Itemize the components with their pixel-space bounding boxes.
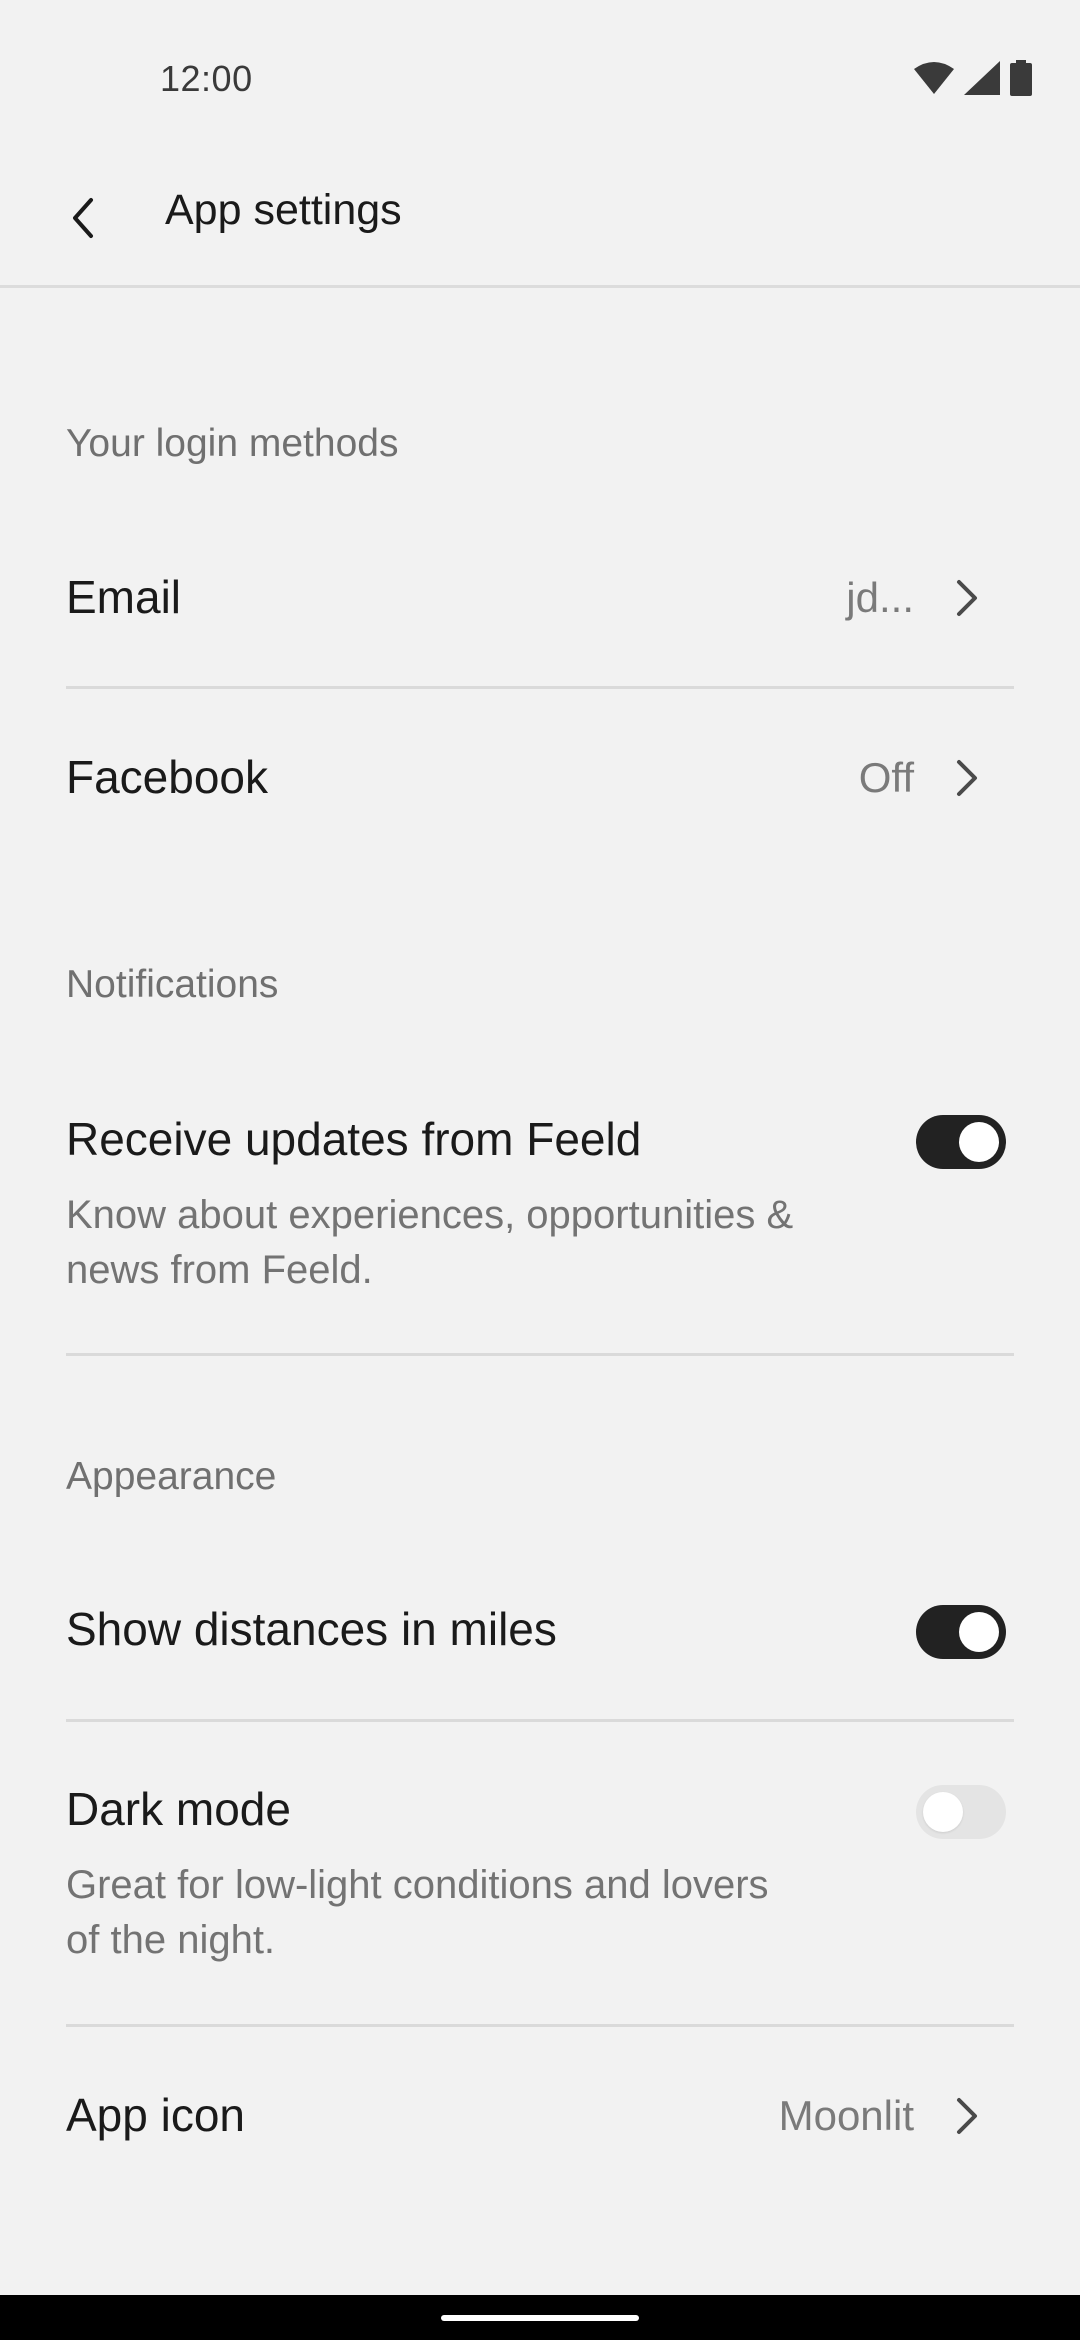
app-bar: App settings — [0, 150, 1080, 288]
chevron-right-icon — [946, 578, 986, 618]
updates-toggle[interactable] — [916, 1115, 1006, 1169]
status-bar: 12:00 — [0, 0, 1080, 150]
facebook-row[interactable]: Facebook Off — [66, 720, 1014, 830]
divider — [66, 1353, 1014, 1356]
dark-mode-description: Great for low-light conditions and lover… — [66, 1863, 769, 1962]
system-nav-bar — [0, 2295, 1080, 2340]
section-header-notifications: Notifications — [66, 963, 279, 1006]
wifi-icon — [914, 61, 954, 100]
miles-label: Show distances in miles — [66, 1603, 557, 1655]
status-time: 12:00 — [160, 58, 253, 99]
home-gesture-handle[interactable] — [441, 2315, 639, 2321]
divider — [66, 1719, 1014, 1722]
updates-description: Know about experiences, opportunities & … — [66, 1193, 794, 1292]
toggle-knob — [959, 1612, 999, 1652]
section-header-login: Your login methods — [66, 422, 399, 465]
app-icon-row[interactable]: App icon Moonlit — [66, 2060, 1014, 2170]
divider — [66, 686, 1014, 689]
facebook-label: Facebook — [66, 751, 269, 803]
toggle-knob — [923, 1792, 963, 1832]
chevron-left-icon — [69, 196, 99, 245]
dark-mode-toggle[interactable] — [916, 1785, 1006, 1839]
dark-mode-label: Dark mode — [66, 1783, 291, 1835]
dark-mode-row: Dark mode Great for low-light conditions… — [66, 1760, 1014, 1980]
miles-toggle[interactable] — [916, 1605, 1006, 1659]
app-icon-label: App icon — [66, 2089, 246, 2141]
updates-row: Receive updates from Feeld Know about ex… — [66, 1090, 1014, 1310]
facebook-value: Off — [858, 754, 914, 801]
app-icon-value: Moonlit — [778, 2092, 914, 2139]
chevron-right-icon — [946, 758, 986, 798]
updates-label: Receive updates from Feeld — [66, 1113, 642, 1165]
back-button[interactable] — [44, 180, 124, 260]
section-header-appearance: Appearance — [66, 1455, 277, 1498]
divider — [66, 2024, 1014, 2027]
battery-icon — [1010, 60, 1032, 101]
email-value: jd... — [846, 574, 914, 621]
email-row[interactable]: Email jd... — [66, 540, 1014, 650]
miles-row: Show distances in miles — [66, 1580, 1014, 1680]
page-title: App settings — [165, 186, 402, 234]
chevron-right-icon — [946, 2096, 986, 2136]
email-label: Email — [66, 571, 182, 623]
toggle-knob — [959, 1122, 999, 1162]
status-icons — [914, 60, 1032, 101]
signal-icon — [964, 61, 1000, 100]
